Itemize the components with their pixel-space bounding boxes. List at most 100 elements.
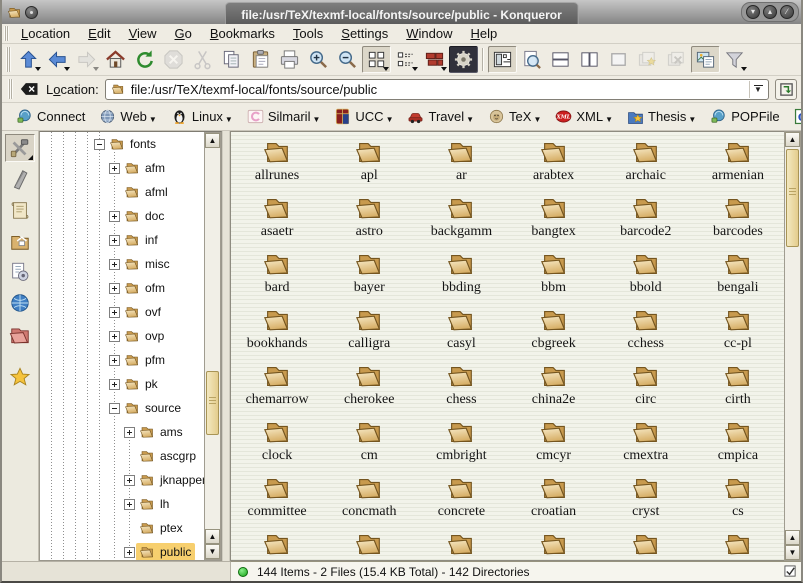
folder-bard[interactable]: bard [231, 249, 323, 305]
folder-barcodes[interactable]: barcodes [692, 193, 784, 249]
location-input[interactable] [131, 82, 749, 97]
navigation-panel-button[interactable] [488, 46, 517, 73]
tree-item-afm[interactable]: afm [40, 156, 204, 180]
tree-item-misc[interactable]: misc [40, 252, 204, 276]
folder-china2e[interactable]: china2e [507, 361, 599, 417]
reload-button[interactable] [130, 46, 159, 73]
bookmark-thesis[interactable]: Thesis▼ [627, 108, 696, 125]
split-view-left-right-button[interactable] [575, 46, 604, 73]
tree-item-fonts[interactable]: fonts [40, 132, 204, 156]
minimize-button[interactable]: ▾ [746, 5, 760, 19]
bookmark-travel[interactable]: Travel▼ [407, 108, 474, 125]
menu-tools[interactable]: Tools [284, 24, 332, 43]
folder-circ[interactable]: circ [600, 361, 692, 417]
menu-help[interactable]: Help [462, 24, 507, 43]
bookmark-linux[interactable]: Linux▼ [171, 108, 233, 125]
panel-splitter[interactable] [222, 131, 230, 561]
expand-icon[interactable] [109, 235, 120, 246]
sidebar-home-tab[interactable] [5, 227, 35, 255]
folder-cbgreek[interactable]: cbgreek [507, 305, 599, 361]
folder-bangtex[interactable]: bangtex [507, 193, 599, 249]
folder-unlabeled[interactable] [692, 529, 784, 561]
forward-button-dropdown[interactable] [93, 67, 99, 71]
folder-cs[interactable]: cs [692, 473, 784, 529]
copy-button[interactable] [217, 46, 246, 73]
tree-item-ptex[interactable]: ptex [40, 516, 204, 540]
folder-barcode2[interactable]: barcode2 [600, 193, 692, 249]
folder-unlabeled[interactable] [507, 529, 599, 561]
tree-scroll-up-button[interactable]: ▲ [205, 133, 220, 148]
bookmark-silmaril[interactable]: Silmaril▼ [247, 108, 321, 125]
paste-button[interactable] [246, 46, 275, 73]
expand-icon[interactable] [109, 259, 120, 270]
folder-clock[interactable]: clock [231, 417, 323, 473]
folder-concrete[interactable]: concrete [415, 473, 507, 529]
tree-scroll-down-button[interactable]: ▼ [205, 544, 220, 559]
zoom-out-button[interactable] [333, 46, 362, 73]
menu-go[interactable]: Go [166, 24, 201, 43]
folder-committee[interactable]: committee [231, 473, 323, 529]
back-button[interactable] [43, 46, 72, 73]
sidebar-bookmarks-tab[interactable] [5, 165, 35, 193]
folder-cmcyr[interactable]: cmcyr [507, 417, 599, 473]
bookmark-web[interactable]: Web▼ [99, 108, 156, 125]
tree-item-source[interactable]: source [40, 396, 204, 420]
menubar-grip[interactable] [4, 26, 9, 41]
bookmark-google[interactable]: GGoogle [794, 108, 803, 125]
main-scroll-up2-button[interactable]: ▲ [785, 530, 800, 545]
titlebar[interactable]: file:/usr/TeX/texmf-local/fonts/source/p… [0, 0, 803, 24]
tree-item-inf[interactable]: inf [40, 228, 204, 252]
gear-view-button[interactable] [449, 46, 478, 73]
folder-bayer[interactable]: bayer [323, 249, 415, 305]
folder-unlabeled[interactable] [600, 529, 692, 561]
tree-item-ovf[interactable]: ovf [40, 300, 204, 324]
folder-armenian[interactable]: armenian [692, 137, 784, 193]
sidebar-star-tab[interactable] [5, 363, 35, 391]
bookmark-popfile[interactable]: POPFile [710, 108, 779, 125]
icon-view-button-dropdown[interactable] [383, 67, 389, 71]
locationbar-grip[interactable] [8, 79, 13, 100]
print-button[interactable] [275, 46, 304, 73]
multicolumn-view-button[interactable] [391, 46, 420, 73]
bookmark-ucc[interactable]: UCC▼ [334, 108, 393, 125]
sidebar-services-tab[interactable] [5, 258, 35, 286]
menu-bookmarks[interactable]: Bookmarks [201, 24, 284, 43]
tree-scroll-up2-button[interactable]: ▲ [205, 529, 220, 544]
folder-unlabeled[interactable] [231, 529, 323, 561]
folder-bbding[interactable]: bbding [415, 249, 507, 305]
bookmark-tex[interactable]: TeX▼ [488, 108, 541, 125]
tree-item-jknappen[interactable]: jknappen [40, 468, 204, 492]
folder-cirth[interactable]: cirth [692, 361, 784, 417]
folder-cmextra[interactable]: cmextra [600, 417, 692, 473]
up-button[interactable] [14, 46, 43, 73]
clear-location-icon[interactable] [20, 80, 40, 98]
folder-chess[interactable]: chess [415, 361, 507, 417]
statusbar-settings-icon[interactable] [784, 565, 797, 578]
expand-icon[interactable] [109, 307, 120, 318]
sidebar-history-tab[interactable] [5, 196, 35, 224]
menu-edit[interactable]: Edit [79, 24, 119, 43]
tree-item-afml[interactable]: afml [40, 180, 204, 204]
bookmark-xml[interactable]: XMLXML▼ [555, 108, 613, 125]
sidebar-root-tab[interactable] [5, 320, 35, 348]
expand-icon[interactable] [109, 283, 120, 294]
image-gallery-button[interactable] [691, 46, 720, 73]
toolbar-grip[interactable] [6, 47, 11, 72]
zoom-in-button[interactable] [304, 46, 333, 73]
tree-selected-item[interactable]: public [136, 543, 195, 560]
folder-unlabeled[interactable] [323, 529, 415, 561]
main-scroll-up-button[interactable]: ▲ [785, 132, 800, 147]
window-pin-button[interactable] [25, 6, 38, 19]
folder-arabtex[interactable]: arabtex [507, 137, 599, 193]
folder-backgamm[interactable]: backgamm [415, 193, 507, 249]
folder-astro[interactable]: astro [323, 193, 415, 249]
collapse-icon[interactable] [94, 139, 105, 150]
folder-cherokee[interactable]: cherokee [323, 361, 415, 417]
expand-icon[interactable] [109, 379, 120, 390]
tree-item-ovp[interactable]: ovp [40, 324, 204, 348]
menu-settings[interactable]: Settings [332, 24, 397, 43]
tree-item-pfm[interactable]: pfm [40, 348, 204, 372]
folder-allrunes[interactable]: allrunes [231, 137, 323, 193]
folder-apl[interactable]: apl [323, 137, 415, 193]
multicolumn-view-button-dropdown[interactable] [412, 67, 418, 71]
